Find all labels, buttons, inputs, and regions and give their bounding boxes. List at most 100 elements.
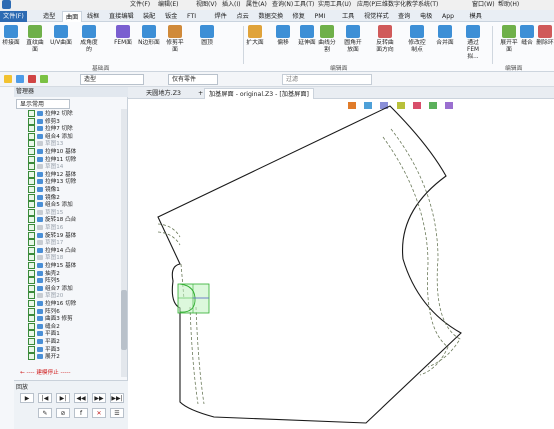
menu-item[interactable]: 插入(I) (222, 0, 240, 10)
tree-item[interactable]: 阵列6 (28, 307, 60, 316)
visibility-checkbox[interactable] (28, 277, 35, 285)
tree-item[interactable]: 拉伸11 切除 (28, 155, 76, 164)
step-back-button[interactable]: |◀ (38, 393, 52, 403)
tree-filter-combo[interactable]: 显示常用 (16, 99, 70, 109)
visibility-checkbox[interactable] (28, 345, 35, 353)
visibility-checkbox[interactable] (28, 125, 35, 133)
end-button[interactable]: ▶▶| (110, 393, 124, 403)
visibility-checkbox[interactable] (28, 284, 35, 292)
tree-item[interactable]: 抽壳2 (28, 269, 60, 278)
tree-item[interactable]: 草图14 (28, 163, 63, 171)
ribbon-tab[interactable]: 查询 (395, 11, 413, 22)
tree-item[interactable]: 平面3 (28, 345, 60, 354)
ribbon-button[interactable]: U/V曲面 (50, 25, 72, 47)
ribbon-button[interactable]: 删除环 (534, 25, 554, 47)
tree-item[interactable]: 拉伸13 切除 (28, 178, 76, 186)
menu-item[interactable]: 帮助(H) (498, 0, 519, 10)
visibility-checkbox[interactable] (28, 208, 35, 216)
snap-icon[interactable] (28, 75, 36, 83)
tree-item[interactable]: 旋转18 凸台 (28, 216, 76, 224)
menu-item[interactable]: 查询(N) (272, 0, 293, 10)
visibility-checkbox[interactable] (28, 224, 35, 231)
ribbon-tab[interactable]: 点云 (234, 11, 252, 22)
tree-item[interactable]: 拉伸7 切除 (28, 125, 73, 133)
visibility-checkbox[interactable] (28, 132, 35, 140)
3d-viewport[interactable] (128, 99, 554, 429)
visibility-checkbox[interactable] (28, 140, 35, 148)
ribbon-tab[interactable]: 造型 (40, 11, 58, 22)
tree-item[interactable]: 修剪3 (28, 117, 60, 126)
menu-item[interactable]: 三维数字化教学系统(T) (376, 0, 438, 10)
visibility-checkbox[interactable] (28, 201, 35, 209)
visibility-checkbox[interactable] (28, 216, 35, 224)
ribbon-tab[interactable]: 数据交换 (256, 11, 287, 22)
ribbon-button[interactable]: 曲线分割 (316, 25, 338, 54)
search-input[interactable] (282, 74, 372, 85)
tree-item[interactable]: 曲面3 修剪 (28, 315, 73, 323)
tree-item[interactable]: 拉伸10 基体 (28, 148, 76, 156)
tree-item[interactable]: 展开2 (28, 353, 60, 361)
visibility-checkbox[interactable] (28, 254, 35, 262)
ribbon-tab[interactable]: 电极 (417, 11, 435, 22)
ribbon-tab[interactable]: 视觉样式 (361, 11, 392, 22)
ribbon-tab[interactable]: App (439, 11, 457, 22)
visibility-checkbox[interactable] (28, 322, 35, 330)
visibility-checkbox[interactable] (28, 170, 35, 178)
menu-item[interactable]: 属性(A) (246, 0, 267, 10)
list-icon[interactable]: ☰ (110, 408, 124, 418)
formula-icon[interactable]: f (74, 408, 88, 418)
forward-button[interactable]: ▶▶ (92, 393, 106, 403)
doc-tab[interactable]: 天圆地方.Z3 (142, 88, 185, 99)
filter-combo[interactable]: 仅有零件 (168, 74, 218, 85)
tree-item[interactable]: 旋转19 基体 (28, 231, 76, 240)
tree-item[interactable]: 草图20 (28, 292, 63, 300)
tree-item[interactable]: 拉伸15 基体 (28, 262, 76, 270)
ribbon-button[interactable]: 扩大面 (244, 25, 266, 47)
ribbon-button[interactable]: N边形面 (138, 25, 160, 47)
visibility-checkbox[interactable] (28, 231, 35, 239)
tree-item[interactable]: 拉伸12 基体 (28, 170, 76, 179)
tree-item[interactable]: 草图13 (28, 140, 63, 148)
tree-item[interactable]: 缝合2 (28, 322, 60, 331)
visibility-checkbox[interactable] (28, 353, 35, 361)
ribbon-button[interactable]: 合并面 (434, 25, 456, 47)
ribbon-tab[interactable]: 钣金 (162, 11, 180, 22)
visibility-checkbox[interactable] (28, 193, 35, 201)
visibility-checkbox[interactable] (28, 148, 35, 155)
filter-icon[interactable] (16, 75, 24, 83)
ribbon-tab[interactable]: 线框 (84, 11, 102, 22)
ribbon-button[interactable]: 直纹曲面 (24, 25, 46, 54)
tree-item[interactable]: 平面1 (28, 330, 60, 338)
tree-scroll-thumb[interactable] (121, 290, 127, 350)
ribbon-button[interactable]: 通过FEM拟... (462, 25, 484, 61)
ribbon-button[interactable]: 成角度的 (78, 25, 100, 54)
tree-item[interactable]: 镜像2 (28, 193, 60, 202)
visibility-checkbox[interactable] (28, 292, 35, 300)
ribbon-tab[interactable]: 直接编辑 (106, 11, 137, 22)
visibility-checkbox[interactable] (28, 163, 35, 171)
mode-combo[interactable]: 造型 (80, 74, 144, 85)
tree-item[interactable]: 镜像1 (28, 186, 60, 194)
tree-item[interactable]: 拉伸14 凸台 (28, 246, 76, 255)
tree-item[interactable]: 草图18 (28, 254, 63, 262)
visibility-checkbox[interactable] (28, 330, 35, 338)
visibility-checkbox[interactable] (28, 110, 35, 117)
select-icon[interactable] (4, 75, 12, 83)
tree-item[interactable]: 组合5 添加 (28, 201, 73, 209)
file-tab[interactable]: 文件(F) (0, 11, 27, 22)
ribbon-tab[interactable]: 装配 (140, 11, 158, 22)
tree-item[interactable]: 拉伸2 切除 (28, 110, 73, 118)
menu-item[interactable]: 视图(V) (196, 0, 217, 10)
visibility-checkbox[interactable] (28, 178, 35, 186)
suppress-icon[interactable]: ⊘ (56, 408, 70, 418)
visibility-checkbox[interactable] (28, 155, 35, 163)
ribbon-tab[interactable]: 焊件 (212, 11, 230, 22)
tree-item[interactable]: 草图16 (28, 224, 63, 232)
visibility-checkbox[interactable] (28, 239, 35, 247)
delete-icon[interactable]: ✕ (92, 408, 106, 418)
tree-item[interactable]: 草图15 (28, 208, 63, 217)
edit-icon[interactable]: ✎ (38, 408, 52, 418)
ribbon-button[interactable]: 延伸面 (296, 25, 318, 47)
ribbon-button[interactable]: FEM面 (112, 25, 134, 47)
ribbon-tab[interactable]: 工具 (339, 11, 357, 22)
